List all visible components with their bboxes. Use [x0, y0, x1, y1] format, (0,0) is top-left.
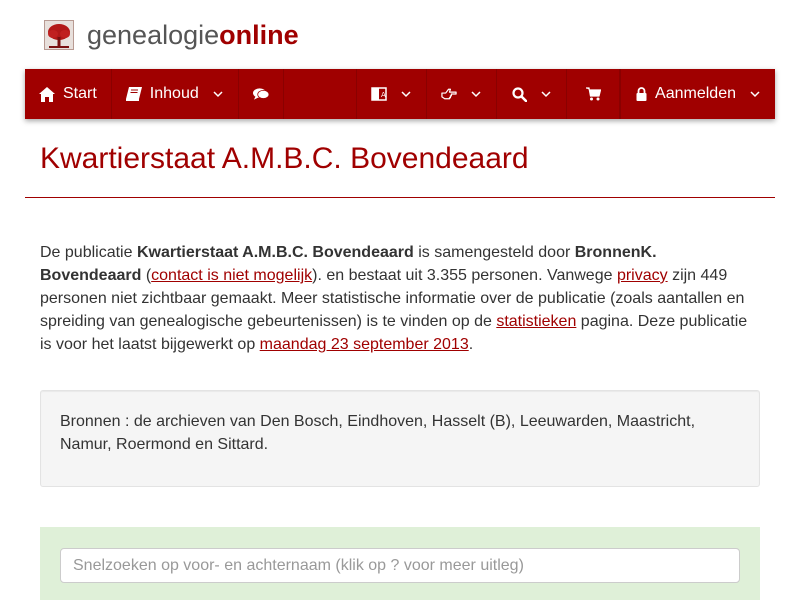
nav-pointer[interactable]	[427, 69, 498, 119]
intro-text: ). en bestaat uit 3.355 personen. Vanweg…	[312, 267, 617, 284]
svg-text:A: A	[381, 91, 386, 99]
title-divider	[25, 197, 775, 198]
site-name: genealogieonline	[87, 20, 299, 50]
page-title: Kwartierstaat A.M.B.C. Bovendeaard	[40, 142, 529, 175]
comments-icon	[252, 86, 269, 102]
intro-text: is samengesteld door	[413, 244, 575, 261]
chevron-down-icon	[212, 88, 224, 100]
nav-spacer	[284, 69, 358, 119]
nav-cart[interactable]	[567, 69, 621, 119]
language-icon: A	[371, 86, 387, 102]
chevron-down-icon	[400, 88, 412, 100]
quick-search-panel	[40, 527, 760, 600]
quick-search-input[interactable]	[60, 548, 740, 583]
statistics-link[interactable]: statistieken	[496, 313, 576, 330]
nav-language[interactable]: A	[357, 69, 428, 119]
publication-intro: De publicatie Kwartierstaat A.M.B.C. Bov…	[40, 241, 760, 356]
nav-aanmelden-label: Aanmelden	[655, 85, 736, 102]
nav-inhoud-label: Inhoud	[149, 85, 199, 102]
cart-icon	[585, 86, 601, 102]
book-icon	[125, 86, 142, 102]
privacy-link[interactable]: privacy	[617, 267, 668, 284]
sources-well: Bronnen : de archieven van Den Bosch, Ei…	[40, 390, 760, 487]
intro-text: (	[141, 267, 152, 284]
chevron-down-icon	[749, 88, 761, 100]
publication-name: Kwartierstaat A.M.B.C. Bovendeaard	[136, 244, 414, 261]
contact-link[interactable]: contact is niet mogelijk	[151, 267, 312, 284]
sources-text: Bronnen : de archieven van Den Bosch, Ei…	[60, 413, 696, 453]
intro-text: De publicatie	[40, 244, 137, 261]
lock-icon	[635, 86, 647, 102]
nav-aanmelden[interactable]: Aanmelden	[620, 69, 775, 119]
nav-start[interactable]: Start	[25, 69, 112, 119]
main-navbar: Start Inhoud A Aanmelden	[25, 69, 775, 119]
home-icon	[39, 86, 55, 102]
chevron-down-icon	[470, 88, 482, 100]
nav-inhoud[interactable]: Inhoud	[112, 69, 239, 119]
chevron-down-icon	[540, 88, 552, 100]
nav-start-label: Start	[63, 85, 97, 102]
tree-icon	[44, 20, 74, 50]
intro-text: .	[468, 336, 474, 353]
site-logo[interactable]: genealogieonline	[44, 18, 299, 52]
hand-point-right-icon	[441, 86, 457, 102]
nav-forum[interactable]	[239, 69, 284, 119]
last-updated-link[interactable]: maandag 23 september 2013	[260, 336, 469, 353]
search-icon	[511, 86, 527, 102]
nav-search[interactable]	[497, 69, 568, 119]
